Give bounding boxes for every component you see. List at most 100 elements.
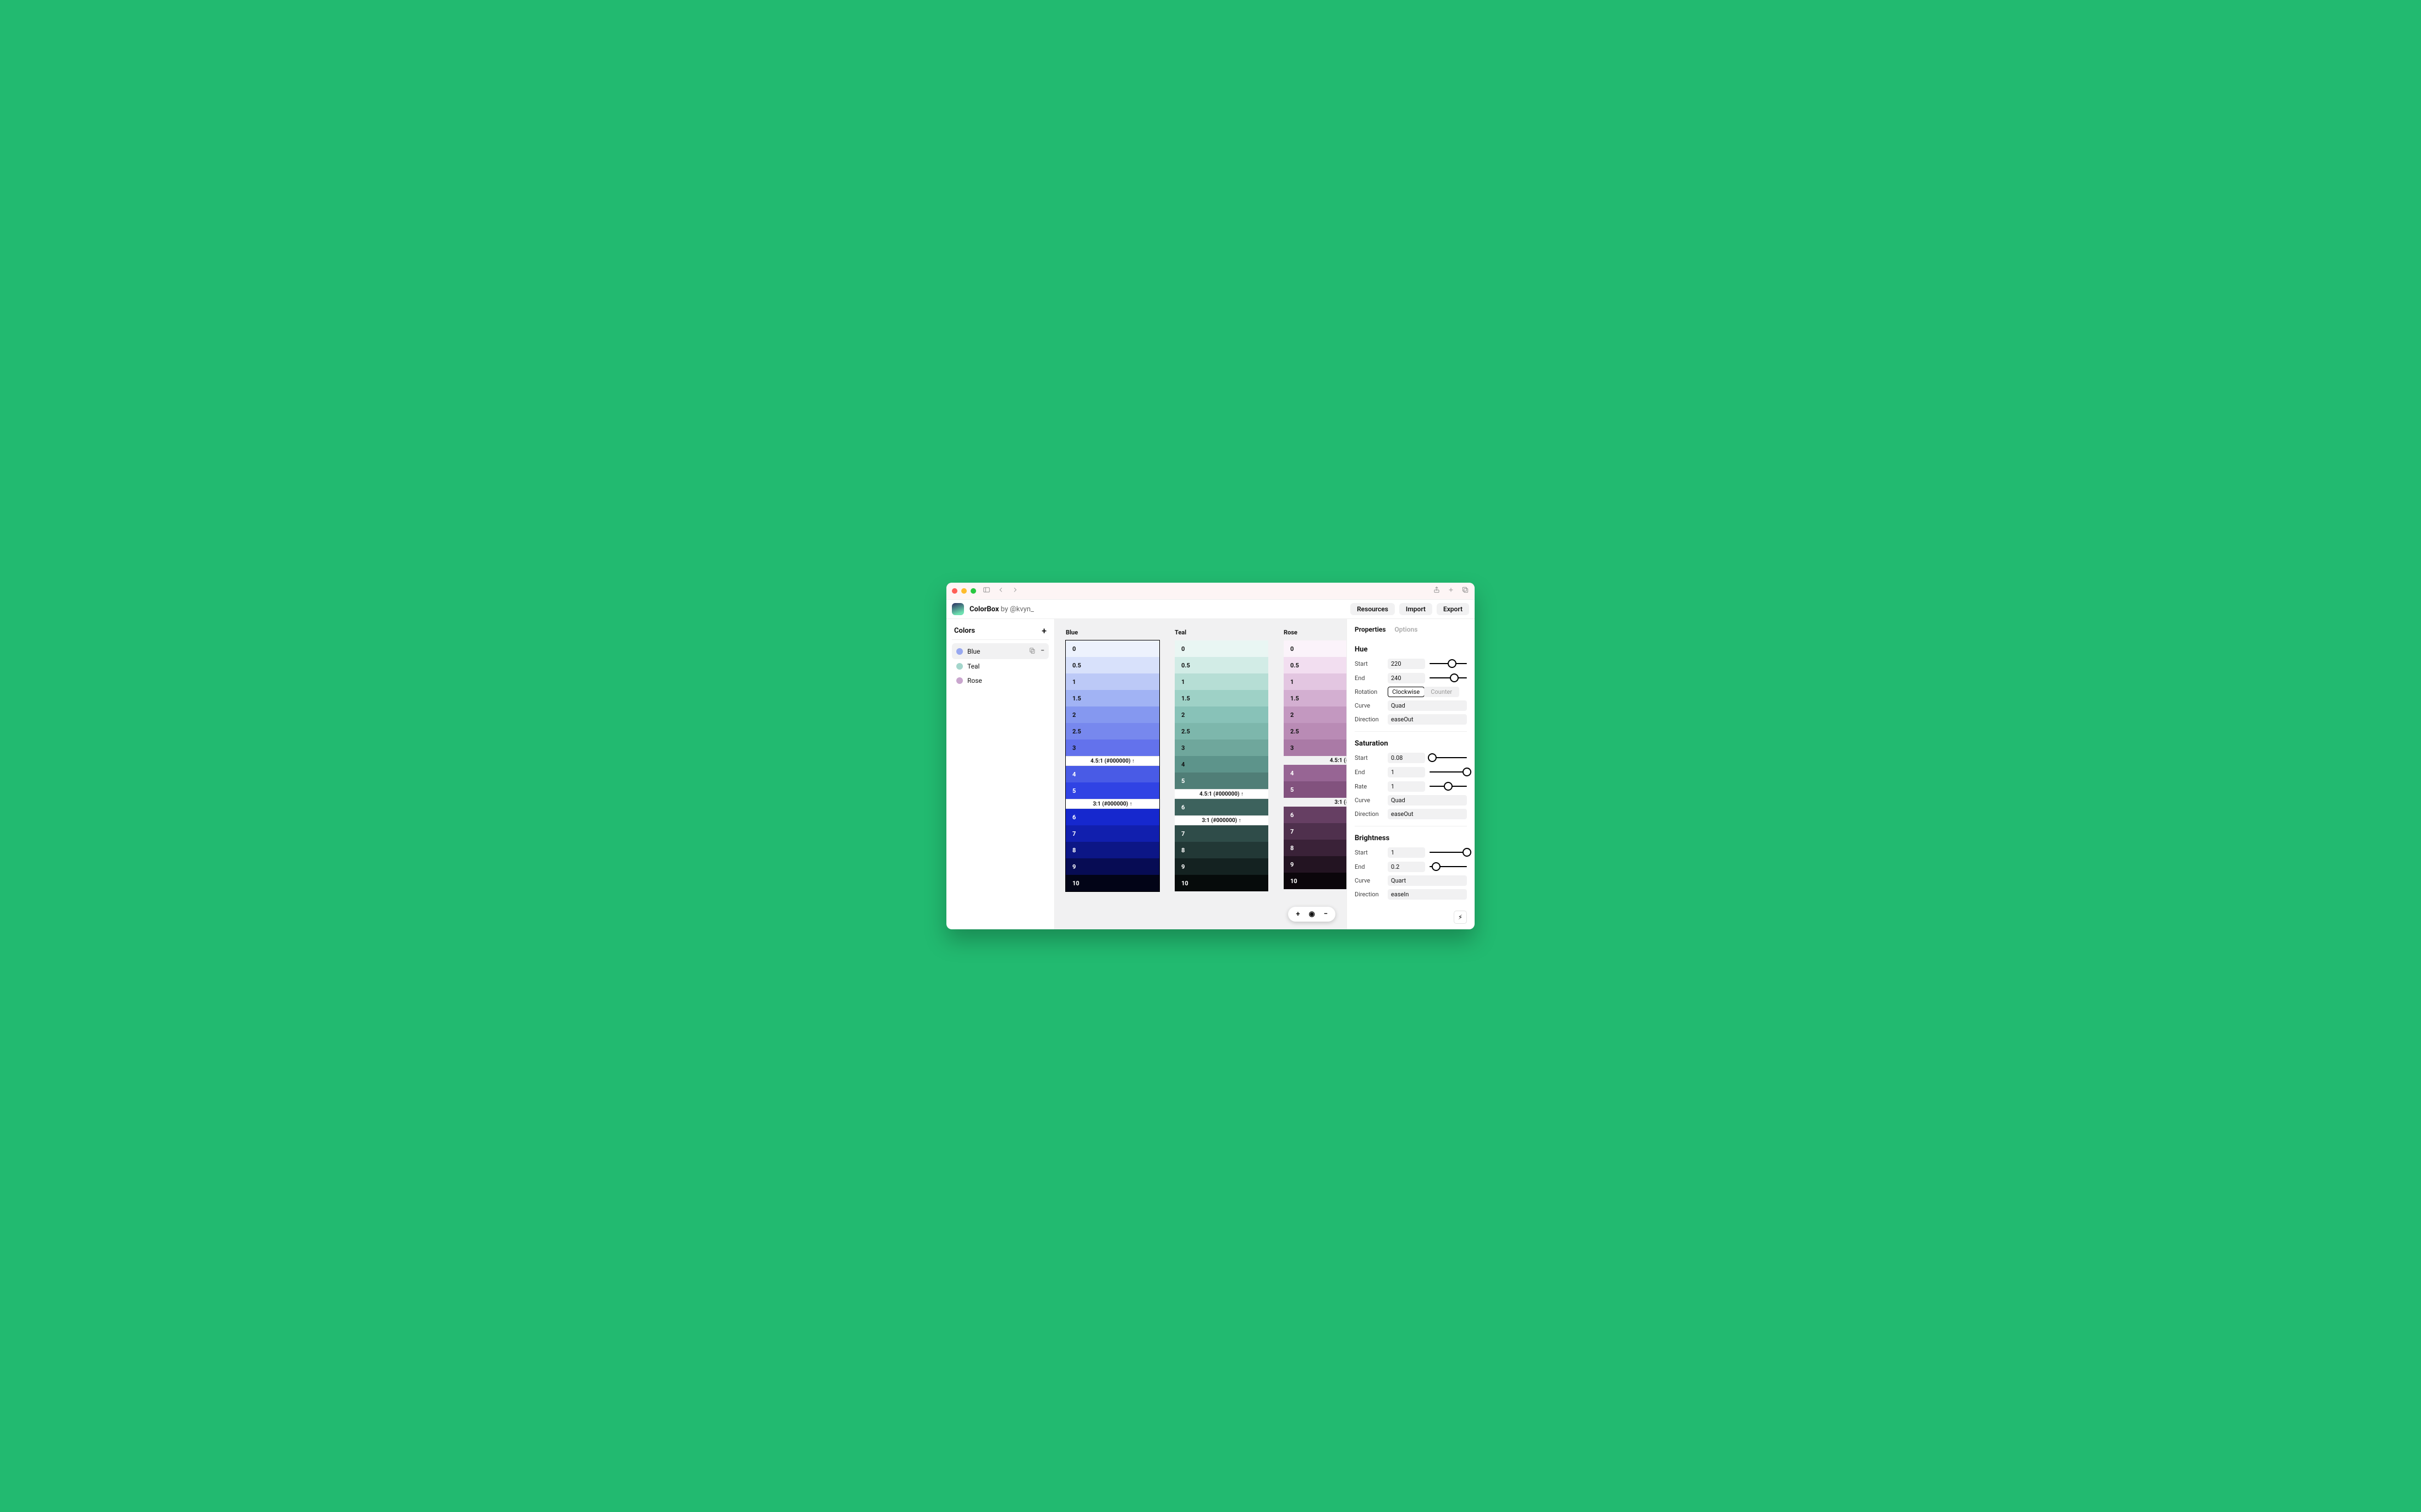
tab-options[interactable]: Options [1395, 626, 1418, 633]
bri-direction-select[interactable]: easeIn [1388, 889, 1467, 900]
rotation-counter-button[interactable]: Counter [1424, 687, 1460, 697]
palette-teal[interactable]: Teal00.511.522.53454.5:1 (#000000) ↑63:1… [1175, 629, 1268, 919]
zoom-reset-icon[interactable]: ◉ [1308, 910, 1314, 918]
color-step[interactable]: 4 [1066, 766, 1159, 782]
bri-start-input[interactable]: 1 [1388, 847, 1425, 858]
export-button[interactable]: Export [1437, 603, 1469, 615]
sidebar-item-blue[interactable]: Blue− [952, 643, 1049, 659]
hue-direction-select[interactable]: easeOut [1388, 714, 1467, 725]
color-step[interactable]: 6 [1284, 807, 1346, 823]
color-step[interactable]: 7 [1066, 825, 1159, 842]
hue-start-input[interactable]: 220 [1388, 659, 1425, 669]
palette-rose[interactable]: Rose00.511.522.534.5:1 (#000000) ↑453:1 … [1284, 629, 1346, 919]
color-step[interactable]: 0.5 [1066, 657, 1159, 673]
bolt-icon[interactable]: ⚡︎ [1454, 911, 1467, 924]
sat-direction-select[interactable]: easeOut [1388, 809, 1467, 819]
color-step[interactable]: 3 [1284, 739, 1346, 756]
color-step[interactable]: 4 [1175, 756, 1268, 773]
import-button[interactable]: Import [1399, 603, 1432, 615]
close-window-icon[interactable] [952, 588, 957, 594]
sidebar-item-rose[interactable]: Rose [952, 673, 1049, 688]
tab-properties[interactable]: Properties [1355, 626, 1386, 633]
bri-curve-select[interactable]: Quart [1388, 875, 1467, 886]
sat-rate-slider[interactable] [1429, 781, 1467, 792]
color-step[interactable]: 6 [1175, 799, 1268, 815]
color-step[interactable]: 8 [1284, 840, 1346, 856]
forward-icon[interactable] [1011, 586, 1019, 596]
sat-end-slider[interactable] [1429, 766, 1467, 777]
share-icon[interactable] [1433, 586, 1440, 596]
tabs-icon[interactable] [1461, 586, 1469, 596]
sat-rate-input[interactable]: 1 [1388, 781, 1425, 792]
contrast-divider: 3:1 (#000000) ↑ [1284, 798, 1346, 807]
color-step[interactable]: 2.5 [1066, 723, 1159, 739]
color-step[interactable]: 5 [1066, 782, 1159, 799]
palette-blue[interactable]: Blue00.511.522.534.5:1 (#000000) ↑453:1 … [1066, 629, 1159, 919]
color-step[interactable]: 0.5 [1284, 657, 1346, 673]
color-step[interactable]: 4 [1284, 765, 1346, 781]
color-step[interactable]: 1.5 [1175, 690, 1268, 706]
color-step[interactable]: 3 [1175, 739, 1268, 756]
rotation-clockwise-button[interactable]: Clockwise [1388, 687, 1425, 697]
zoom-in-icon[interactable]: + [1296, 910, 1300, 918]
color-step[interactable]: 0 [1175, 640, 1268, 657]
hue-rotation-label: Rotation [1355, 688, 1383, 695]
color-step[interactable]: 10 [1066, 875, 1159, 891]
color-step[interactable]: 9 [1175, 858, 1268, 875]
bri-end-input[interactable]: 0.2 [1388, 862, 1425, 872]
color-step[interactable]: 0 [1066, 640, 1159, 657]
sat-end-input[interactable]: 1 [1388, 767, 1425, 777]
hue-start-slider[interactable] [1429, 658, 1467, 669]
sidebar-item-teal[interactable]: Teal [952, 659, 1049, 673]
color-step[interactable]: 0.5 [1175, 657, 1268, 673]
new-tab-icon[interactable] [1447, 586, 1455, 596]
color-step[interactable]: 5 [1284, 781, 1346, 798]
hue-start-label: Start [1355, 660, 1383, 667]
color-step[interactable]: 10 [1284, 873, 1346, 889]
contrast-divider: 4.5:1 (#000000) ↑ [1066, 756, 1159, 766]
brightness-title: Brightness [1355, 834, 1467, 842]
remove-icon[interactable]: − [1040, 647, 1044, 656]
color-step[interactable]: 10 [1175, 875, 1268, 891]
zoom-out-icon[interactable]: − [1324, 910, 1328, 918]
bri-start-slider[interactable] [1429, 847, 1467, 858]
color-step[interactable]: 1.5 [1284, 690, 1346, 706]
copy-icon[interactable] [1028, 647, 1036, 656]
canvas[interactable]: Blue00.511.522.534.5:1 (#000000) ↑453:1 … [1055, 619, 1346, 929]
color-step[interactable]: 9 [1284, 856, 1346, 873]
color-step[interactable]: 3 [1066, 739, 1159, 756]
minimize-window-icon[interactable] [961, 588, 967, 594]
color-step[interactable]: 2 [1175, 706, 1268, 723]
color-step[interactable]: 2 [1284, 706, 1346, 723]
color-step[interactable]: 7 [1284, 823, 1346, 840]
color-step[interactable]: 1 [1284, 673, 1346, 690]
color-step[interactable]: 9 [1066, 858, 1159, 875]
color-step[interactable]: 8 [1066, 842, 1159, 858]
sidebar-toggle-icon[interactable] [983, 586, 990, 596]
resources-button[interactable]: Resources [1350, 603, 1395, 615]
color-step[interactable]: 2 [1066, 706, 1159, 723]
color-step[interactable]: 1 [1066, 673, 1159, 690]
bri-end-slider[interactable] [1429, 861, 1467, 872]
sat-start-input[interactable]: 0.08 [1388, 753, 1425, 763]
add-color-icon[interactable]: + [1042, 626, 1047, 636]
color-step[interactable]: 5 [1175, 773, 1268, 789]
color-step[interactable]: 6 [1066, 809, 1159, 825]
color-step[interactable]: 2.5 [1284, 723, 1346, 739]
hue-end-slider[interactable] [1429, 672, 1467, 683]
color-step[interactable]: 1 [1175, 673, 1268, 690]
chrome-right-icons [1433, 586, 1469, 596]
color-step[interactable]: 2.5 [1175, 723, 1268, 739]
window-chrome [946, 583, 1475, 600]
color-step[interactable]: 0 [1284, 640, 1346, 657]
panel-tabs: Properties Options [1355, 619, 1467, 638]
maximize-window-icon[interactable] [971, 588, 976, 594]
sat-start-slider[interactable] [1429, 752, 1467, 763]
color-step[interactable]: 7 [1175, 825, 1268, 842]
color-step[interactable]: 1.5 [1066, 690, 1159, 706]
hue-curve-select[interactable]: Quad [1388, 700, 1467, 711]
back-icon[interactable] [997, 586, 1005, 596]
color-step[interactable]: 8 [1175, 842, 1268, 858]
hue-end-input[interactable]: 240 [1388, 673, 1425, 683]
sat-curve-select[interactable]: Quad [1388, 795, 1467, 806]
